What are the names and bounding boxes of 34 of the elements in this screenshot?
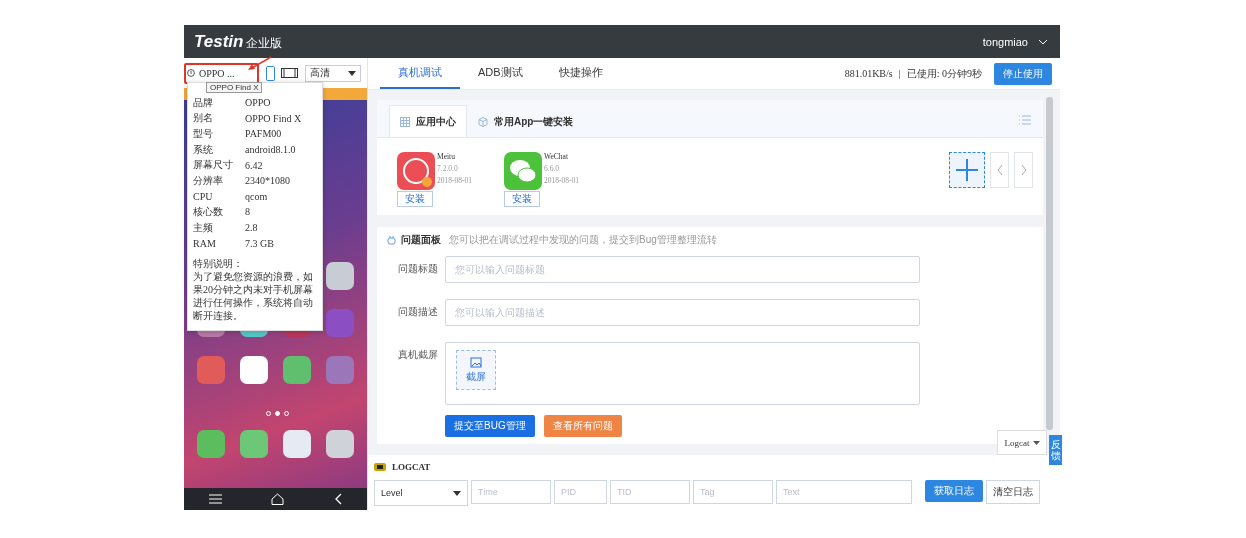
info-value: android8.1.0 [245,144,296,156]
usage-time-text: 已使用: 0分钟9秒 [906,66,982,81]
panel-title: 问题面板 [401,233,441,247]
info-value: 2.8 [245,222,258,234]
info-label: RAM [193,237,217,249]
info-value: PAFM00 [245,128,282,140]
info-label: CPU [193,190,214,202]
info-label: 屏幕尺寸 [193,158,234,173]
info-value: OPPO [245,97,271,109]
info-label: 主频 [193,220,214,235]
info-value: 7.3 GB [245,237,274,249]
note-title: 特别说明： [193,256,244,270]
separator-text: | [898,68,901,79]
note-text: 为了避免您资源的浪费，如果20分钟之内未对手机屏幕进行任何操作，系统将自动断开连接。 [193,269,314,322]
info-label: 型号 [193,127,214,141]
field-label: 问题标题 [397,262,439,276]
logcat-title: LOGCAT [392,462,431,472]
brand-logo: Testin [194,31,244,52]
info-value: OPPO Find X [245,112,302,124]
tooltip: OPPO Find X [206,82,263,93]
edition-label: 企业版 [246,34,283,52]
field-label: 真机截屏 [397,348,439,362]
field-label: 问题描述 [397,305,439,319]
speed-text: 881.01KB/s [844,68,893,79]
info-label: 核心数 [193,204,224,219]
panel-hint: 您可以把在调试过程中发现的问题，提交到Bug管理整理流转 [449,233,717,247]
info-value: 8 [245,206,250,218]
info-label: 品牌 [193,95,214,110]
info-value: 6.42 [245,159,263,171]
info-value: qcom [245,190,268,202]
info-value: 2340*1080 [245,175,290,187]
info-label: 别名 [193,111,214,126]
info-label: 系统 [193,142,214,157]
info-label: 分辨率 [193,173,224,188]
